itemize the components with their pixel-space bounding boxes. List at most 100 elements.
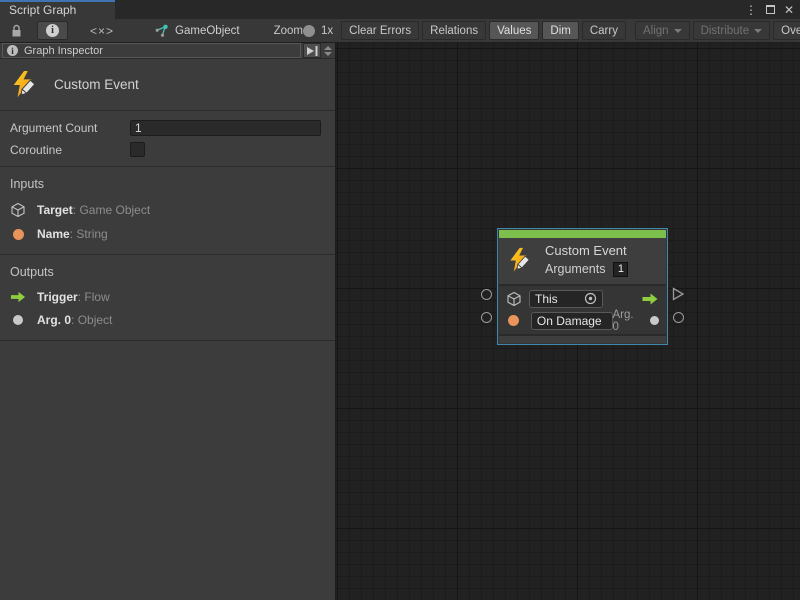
window-close-icon[interactable]: ✕ — [784, 4, 794, 16]
argument-count-row: Argument Count — [10, 119, 335, 136]
port-type: Flow — [78, 290, 110, 304]
custom-event-node[interactable]: Custom Event Arguments 1 — [497, 228, 668, 345]
node-row-name: On Damage Arg. 0 — [499, 310, 666, 332]
inputs-header: Inputs — [10, 177, 335, 191]
panel-scroll-arrows[interactable] — [321, 43, 335, 58]
title-bar: Script Graph ⋮ ✕ — [0, 0, 800, 19]
window-controls: ⋮ ✕ — [745, 0, 794, 19]
lock-button[interactable] — [6, 21, 27, 40]
inputs-section: Inputs Target Game Object Name String — [0, 167, 335, 255]
tab-title: Script Graph — [9, 3, 76, 17]
unit-title: Custom Event — [54, 77, 139, 92]
gameobject-selector[interactable]: GameObject — [154, 24, 240, 38]
object-dot-icon — [10, 315, 26, 325]
inspector-header-box: i Graph Inspector — [2, 43, 301, 58]
active-tab-indicator — [0, 0, 115, 2]
coroutine-row: Coroutine — [10, 141, 335, 158]
port-name: Target — [37, 203, 73, 217]
graph-inspector-panel: i Graph Inspector — [0, 43, 336, 600]
port-name: Trigger — [37, 290, 78, 304]
node-header[interactable]: Custom Event Arguments 1 — [499, 238, 666, 284]
outputs-header: Outputs — [10, 265, 335, 279]
target-value: This — [535, 292, 558, 306]
input-port-target[interactable] — [481, 289, 492, 300]
gameobject-label: GameObject — [175, 25, 240, 37]
coroutine-label: Coroutine — [10, 143, 130, 157]
flow-arrow-icon — [10, 291, 26, 303]
distribute-label: Distribute — [701, 25, 750, 37]
align-dropdown[interactable]: Align — [635, 21, 690, 40]
node-body: This — [499, 286, 666, 334]
output-arg0-row: Arg. 0 Object — [10, 313, 335, 327]
arrow-up-icon — [324, 46, 332, 50]
cube-icon — [506, 291, 522, 307]
dock-icon — [306, 45, 319, 57]
port-type: Object — [71, 313, 112, 327]
inspector-title: Graph Inspector — [24, 45, 103, 57]
custom-event-icon — [10, 70, 40, 100]
flow-arrow-icon — [641, 293, 659, 305]
output-port-arg0[interactable] — [673, 312, 684, 323]
string-dot-icon — [10, 229, 26, 240]
window-maximize-icon[interactable] — [766, 5, 775, 14]
input-port-name[interactable] — [481, 312, 492, 323]
script-graph-icon — [154, 24, 169, 38]
lock-icon — [10, 24, 23, 38]
relations-button[interactable]: Relations — [422, 21, 486, 40]
unity-window: Script Graph ⋮ ✕ i <×> G — [0, 0, 800, 600]
argument-count-input[interactable] — [130, 120, 321, 136]
argument-count-label: Argument Count — [10, 121, 130, 135]
dock-panel-button[interactable] — [303, 43, 321, 58]
output-port-trigger[interactable] — [671, 287, 685, 301]
overview-button[interactable]: Overv — [773, 21, 800, 40]
port-name: Arg. 0 — [37, 313, 71, 327]
target-object-field[interactable]: This — [529, 290, 603, 308]
values-button[interactable]: Values — [489, 21, 539, 40]
info-icon: i — [46, 24, 59, 37]
inspector-empty-area — [0, 341, 335, 600]
custom-event-icon — [507, 247, 534, 274]
dim-button[interactable]: Dim — [542, 21, 578, 40]
port-type: String — [70, 227, 108, 241]
event-name-value: On Damage — [537, 314, 602, 328]
align-label: Align — [643, 25, 669, 37]
chevron-down-icon — [754, 29, 762, 33]
outputs-section: Outputs Trigger Flow Arg. 0 Object — [0, 255, 335, 341]
object-dot-icon — [650, 316, 659, 325]
arg0-label: Arg. 0 — [613, 309, 644, 333]
inspector-toggle-button[interactable]: i — [37, 21, 68, 40]
code-view-button[interactable]: <×> — [90, 24, 114, 38]
output-trigger-row: Trigger Flow — [10, 290, 335, 304]
node-row-target: This — [499, 288, 666, 310]
distribute-dropdown[interactable]: Distribute — [693, 21, 771, 40]
zoom-label: Zoom — [274, 25, 303, 37]
event-node-accent-bar — [499, 230, 666, 238]
zoom-slider-handle[interactable] — [303, 25, 315, 37]
graph-toolbar: i <×> GameObject Zoom 1x Clear Errors Re… — [0, 19, 800, 43]
graph-canvas[interactable]: Custom Event Arguments 1 — [336, 43, 800, 600]
inspector-header: i Graph Inspector — [0, 43, 335, 59]
carry-button[interactable]: Carry — [582, 21, 626, 40]
info-icon: i — [7, 45, 18, 56]
unit-fields: Argument Count Coroutine — [0, 111, 335, 167]
node-footer — [499, 334, 666, 343]
tab-script-graph[interactable]: Script Graph — [0, 0, 115, 19]
node-title: Custom Event — [545, 244, 628, 259]
event-name-field[interactable]: On Damage — [531, 312, 613, 330]
arrow-down-icon — [324, 52, 332, 56]
window-menu-icon[interactable]: ⋮ — [745, 4, 757, 16]
arguments-label: Arguments — [545, 262, 605, 276]
port-name: Name — [37, 227, 70, 241]
input-target-row: Target Game Object — [10, 202, 335, 218]
input-name-row: Name String — [10, 227, 335, 241]
zoom-value: 1x — [321, 25, 333, 37]
toolbar-buttons: Clear Errors Relations Values Dim Carry … — [341, 21, 800, 40]
unit-title-block: Custom Event — [0, 59, 335, 111]
port-type: Game Object — [73, 203, 150, 217]
chevron-down-icon — [674, 29, 682, 33]
clear-errors-button[interactable]: Clear Errors — [341, 21, 419, 40]
cube-icon — [10, 202, 26, 218]
object-picker-icon[interactable] — [584, 292, 597, 305]
arguments-count-field[interactable]: 1 — [613, 262, 628, 277]
coroutine-checkbox[interactable] — [130, 142, 145, 157]
